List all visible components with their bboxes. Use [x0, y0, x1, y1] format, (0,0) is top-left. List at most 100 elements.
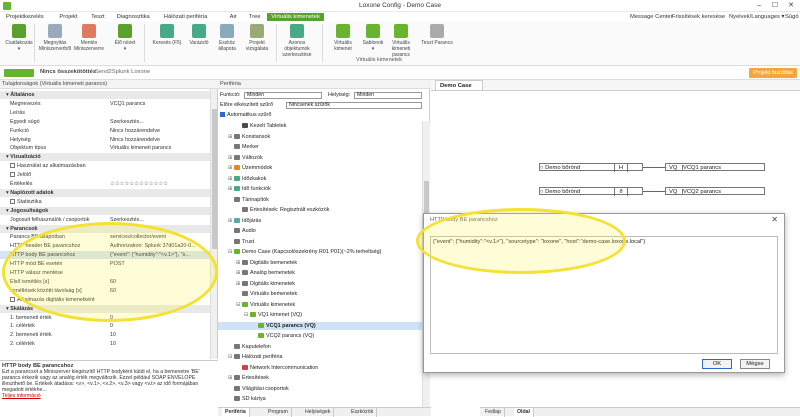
properties-scrollbar[interactable] — [210, 89, 217, 359]
ribbon-button[interactable]: Élő nézet ▾ — [108, 24, 142, 52]
property-row[interactable]: HTTP body BE parancshoz {"event": {"humid… — [0, 251, 210, 260]
property-value[interactable]: Nincs hozzárendelve — [110, 127, 160, 135]
ribbon-button[interactable]: Virtuális kimeneti parancs — [384, 24, 418, 58]
tree-item[interactable]: Audio — [218, 227, 423, 235]
tree-item[interactable]: Tárinapítók — [218, 196, 423, 204]
tree-item[interactable]: Network Intercommunication — [218, 364, 423, 372]
tree-item[interactable]: Kezelt Tabletek — [218, 122, 423, 130]
property-value[interactable]: Nincs hozzárendelve — [110, 136, 160, 144]
tree-item[interactable]: ⊟ VQ1 kimenet (VQ) — [218, 311, 423, 319]
property-value[interactable]: services/collector/event — [110, 233, 166, 241]
menu-item[interactable]: Projekt — [55, 13, 81, 21]
ok-button[interactable]: OK — [702, 359, 732, 369]
property-value[interactable]: 0 — [110, 322, 113, 330]
property-row[interactable]: Használat az alkalmazásban — [0, 162, 210, 170]
function-filter-select[interactable]: Minden — [244, 92, 322, 99]
menu-item[interactable]: Diagnosztika — [113, 13, 154, 21]
property-row[interactable]: Jelölő — [0, 171, 210, 179]
property-value[interactable]: Szerkesztés... — [110, 118, 144, 126]
ribbon-button[interactable]: Mentés Miniszerverre — [72, 24, 106, 52]
ribbon-button[interactable]: Eszköz állapota — [210, 24, 244, 52]
project-action-button[interactable]: Projekt buzdítás — [749, 68, 797, 78]
property-row[interactable]: 1. célérték 0 — [0, 322, 210, 330]
tree-item[interactable]: Kaputelefon — [218, 343, 423, 351]
property-value[interactable]: 10 — [110, 340, 116, 348]
output-block[interactable]: VQ VCQ1 parancs — [665, 163, 765, 171]
ribbon-button[interactable]: Azonos objektumok szerkesztése — [280, 24, 314, 58]
property-value[interactable]: {"event": {"humidity":"<v.1>"}, "s... — [110, 251, 190, 259]
property-value[interactable]: 60 — [110, 287, 116, 295]
property-row[interactable]: Ismétlések közötti távolság [s] 60 — [0, 287, 210, 295]
output-block[interactable]: VQ VCQ2 parancs — [665, 187, 765, 195]
ribbon-button[interactable]: Megnyitás Miniszerverből — [38, 24, 72, 52]
canvas-tab[interactable]: Demo Case — [435, 80, 483, 90]
menu-item[interactable]: Teszt — [87, 13, 109, 21]
ribbon-button[interactable]: Projekt vizsgálata — [240, 24, 274, 52]
property-value[interactable]: 60 — [110, 278, 116, 286]
ribbon-button[interactable]: Keresés (F5) — [150, 24, 184, 46]
property-row[interactable]: Alkalmazás digitális kimenetként — [0, 296, 210, 304]
cancel-button[interactable]: Mégse — [740, 359, 770, 369]
menu-item[interactable]: Virtuális kimenetek — [267, 13, 324, 21]
tree-item[interactable]: Értesítések: Regisztrált eszközök — [218, 206, 423, 214]
tree-item[interactable]: ⊞ Idő funkciók — [218, 185, 423, 193]
property-row[interactable]: 2. bemeneti érték 10 — [0, 331, 210, 339]
property-row[interactable]: HTTP válasz mentése — [0, 269, 210, 277]
tree-item[interactable]: SD kártya — [218, 395, 423, 403]
tree-item[interactable]: ⊞ Konstansok — [218, 133, 423, 141]
property-row[interactable]: Helyiség Nincs hozzárendelve — [0, 136, 210, 144]
property-row[interactable]: Parancs BE állapotban services/collector/… — [0, 233, 210, 241]
tree-item[interactable]: ⊞ Üzemmódok — [218, 164, 423, 172]
property-row[interactable]: Leírás — [0, 109, 210, 117]
http-body-textarea[interactable]: {"event": {"humidity":"<v.1>"}, "sourcet… — [430, 236, 778, 354]
tree-item[interactable]: ⊟ Virtuális kimenetek — [218, 301, 423, 309]
tree-item[interactable]: ⊞ Változók — [218, 154, 423, 162]
tree-item[interactable]: Világítási csoportok — [218, 385, 423, 393]
property-value[interactable]: POST — [110, 260, 125, 268]
checkbox[interactable] — [10, 296, 15, 302]
property-value[interactable]: 0 — [110, 314, 113, 322]
property-value[interactable]: Authorization: Splunk 37d01a20-0... — [110, 242, 196, 250]
property-value[interactable]: 10 — [110, 331, 116, 339]
scrollbar-thumb[interactable] — [212, 109, 217, 249]
room-filter-select[interactable]: Minden — [354, 92, 422, 99]
preset-filter-select[interactable]: Nincsenek szűrők — [286, 102, 422, 109]
tree-item[interactable]: VCQ2 parancs (VQ) — [218, 332, 423, 340]
menu-item[interactable]: Súgó — [781, 13, 800, 21]
tree-item[interactable]: ⊟ Demo Case (Kapcsolószekrény R01 P01)(~2… — [218, 248, 423, 256]
property-row[interactable]: Jogosult felhasználók / csoportok Szerkes… — [0, 216, 210, 224]
property-row[interactable]: HTTP header BE parancshoz Authorization: … — [0, 242, 210, 250]
menu-item[interactable]: Air — [226, 13, 241, 21]
full-info-link[interactable]: Teljes információ — [2, 393, 216, 399]
checkbox[interactable] — [10, 172, 15, 178]
property-row[interactable]: HTTP mód BE esetén POST — [0, 260, 210, 268]
tree-item[interactable]: Merker — [218, 143, 423, 151]
tree-item[interactable]: ⊟ Hálózati periféria — [218, 353, 423, 361]
tree-item[interactable]: Trust — [218, 238, 423, 246]
property-row[interactable]: Egyedi súgó Szerkesztés... — [0, 118, 210, 126]
property-row[interactable]: Funkció Nincs hozzárendelve — [0, 127, 210, 135]
property-row[interactable]: Statisztika — [0, 198, 210, 206]
property-row[interactable]: Megnevezés VCQ1 parancs — [0, 100, 210, 108]
property-value[interactable]: VCQ1 parancs — [110, 100, 145, 108]
property-row[interactable]: Értékelés ☆☆☆☆☆☆☆☆☆☆☆☆ — [0, 180, 210, 188]
tree-item[interactable]: ⊞ Analóg bemenetek — [218, 269, 423, 277]
property-row[interactable]: 1. bemeneti érték 0 — [0, 314, 210, 322]
maximize-button[interactable]: ☐ — [768, 1, 782, 11]
property-row[interactable]: Első ismétlés [s] 60 — [0, 278, 210, 286]
checkbox[interactable] — [10, 198, 15, 204]
menu-item[interactable]: Hálózati periféria — [160, 13, 212, 21]
property-value[interactable]: ☆☆☆☆☆☆☆☆☆☆☆☆ — [110, 180, 168, 188]
checkbox[interactable] — [10, 163, 15, 169]
close-button[interactable]: ✕ — [784, 1, 798, 11]
property-row[interactable]: 2. célérték 10 — [0, 340, 210, 348]
auto-filter-checkbox[interactable]: Automatikus szűrő — [220, 112, 271, 119]
tree-item[interactable]: ⊞ Időzkakok — [218, 175, 423, 183]
menu-item[interactable]: Frissítések keresése — [668, 13, 729, 21]
dialog-close-icon[interactable]: ✕ — [771, 215, 778, 224]
property-value[interactable]: Szerkesztés... — [110, 216, 144, 224]
ribbon-button[interactable]: Csatlakozás ▾ — [2, 24, 36, 52]
menu-item[interactable]: Projektkezelés — [2, 13, 48, 21]
input-block[interactable]: ○ Demo bőrönd ϑ — [539, 187, 643, 196]
ribbon-button[interactable]: Teszt Parancs — [420, 24, 454, 46]
